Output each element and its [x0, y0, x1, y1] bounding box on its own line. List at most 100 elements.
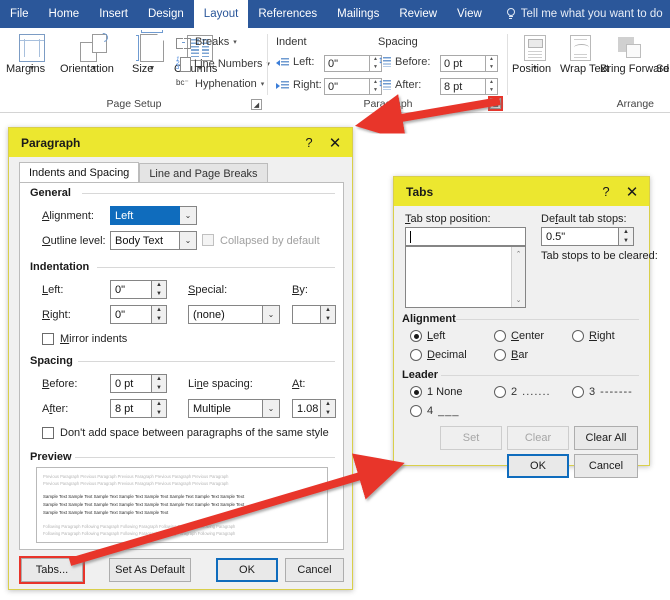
line-spacing-select[interactable]: Multiple	[188, 399, 263, 418]
indentation-left-input[interactable]: 0"	[110, 280, 152, 299]
page-setup-launcher[interactable]: ◢	[251, 99, 262, 110]
tab-stops-listbox[interactable]: ⌃ ⌄	[405, 246, 526, 308]
tab-stop-position-input[interactable]	[405, 227, 526, 246]
send-backward-button[interactable]: Send Backward	[656, 32, 670, 64]
ribbon-tab-mailings[interactable]: Mailings	[327, 0, 389, 28]
breaks-button[interactable]: Breaks ▾	[176, 36, 237, 48]
ribbon-tab-insert[interactable]: Insert	[89, 0, 138, 28]
wrap-text-button[interactable]: Wrap Text	[560, 32, 600, 64]
at-stepper[interactable]: ▲▼	[321, 399, 336, 418]
spacing-before-input[interactable]: 0 pt	[440, 55, 486, 72]
by-input[interactable]	[292, 305, 321, 324]
scroll-up-icon[interactable]: ⌃	[512, 247, 525, 261]
ribbon-tab-review[interactable]: Review	[389, 0, 447, 28]
mirror-indents-checkbox[interactable]	[42, 333, 54, 345]
group-paragraph: Indent Spacing Left: 0" ▲▼ Right: 0" ▲▼ …	[268, 28, 508, 113]
alignment-chevron-down-icon[interactable]: ⌄	[180, 206, 197, 225]
tabs-ok-button[interactable]: OK	[507, 454, 569, 478]
at-input[interactable]: 1.08	[292, 399, 321, 418]
paragraph-dialog-titlebar: Paragraph ? ✕	[9, 128, 352, 157]
indent-right-input[interactable]: 0"	[324, 78, 370, 95]
indent-right-label: Right:	[293, 79, 322, 91]
outline-level-chevron-down-icon[interactable]: ⌄	[180, 231, 197, 250]
ribbon-tab-home[interactable]: Home	[39, 0, 90, 28]
ribbon-tab-view[interactable]: View	[447, 0, 492, 28]
tabs-set-button[interactable]: Set	[440, 426, 502, 450]
ribbon-tab-layout[interactable]: Layout	[194, 0, 249, 28]
tell-me-label: Tell me what you want to do	[521, 8, 663, 20]
tab-indents-and-spacing[interactable]: Indents and Spacing	[19, 162, 139, 183]
margins-button[interactable]: Margins ▼	[6, 32, 58, 72]
indent-left-input[interactable]: 0"	[324, 55, 370, 72]
alignment-select[interactable]: Left	[110, 206, 180, 225]
alignment-radio-right[interactable]	[572, 330, 584, 342]
hyphenation-caret-icon[interactable]: ▾	[261, 81, 265, 88]
collapsed-by-default-checkbox[interactable]	[202, 234, 214, 246]
tabs-clear-button[interactable]: Clear	[507, 426, 569, 450]
bring-forward-button[interactable]: Bring Forward	[600, 32, 660, 64]
spacing-after-input[interactable]: 8 pt	[110, 399, 152, 418]
alignment-radio-decimal[interactable]	[410, 349, 422, 361]
line-spacing-chevron-down-icon[interactable]: ⌄	[263, 399, 280, 418]
scroll-down-icon[interactable]: ⌄	[512, 293, 525, 307]
line-spacing-label: Line spacing:	[188, 378, 253, 390]
default-tab-stops-stepper[interactable]: ▲▼	[619, 227, 634, 246]
page-setup-group-label: Page Setup	[0, 98, 268, 110]
dont-add-space-checkbox[interactable]	[42, 427, 54, 439]
set-as-default-button[interactable]: Set As Default	[109, 558, 191, 582]
listbox-scrollbar[interactable]: ⌃ ⌄	[511, 247, 525, 307]
ribbon-content: Margins ▼ Orientation ▼ Size ▼ Columns ▼	[0, 28, 670, 113]
spacing-before-icon	[378, 56, 391, 68]
preview-sample-line: Sample Text Sample Text Sample Text Samp…	[43, 510, 321, 516]
tabs-cancel-button[interactable]: Cancel	[574, 454, 638, 478]
position-button[interactable]: Position ▼	[512, 32, 558, 72]
hyphenation-button[interactable]: bc⁻ Hyphenation ▾	[176, 78, 264, 90]
leader-radio-dots[interactable]	[494, 386, 506, 398]
outline-level-select[interactable]: Body Text	[110, 231, 180, 250]
indentation-right-stepper[interactable]: ▲▼	[152, 305, 167, 324]
paragraph-close-button[interactable]: ✕	[322, 130, 348, 155]
spacing-before-stepper[interactable]: ▲▼	[152, 374, 167, 393]
paragraph-cancel-button[interactable]: Cancel	[285, 558, 344, 582]
breaks-caret-icon[interactable]: ▾	[233, 39, 237, 46]
spacing-after-stepper[interactable]: ▲▼	[486, 78, 498, 95]
paragraph-ok-button[interactable]: OK	[216, 558, 278, 582]
by-stepper[interactable]: ▲▼	[321, 305, 336, 324]
indentation-right-input[interactable]: 0"	[110, 305, 152, 324]
size-button[interactable]: Size ▼	[132, 32, 172, 72]
margins-icon	[6, 32, 58, 64]
indentation-left-stepper[interactable]: ▲▼	[152, 280, 167, 299]
text-cursor	[410, 231, 411, 243]
preview-previous-line: Previous Paragraph Previous Paragraph Pr…	[43, 474, 321, 480]
ribbon-tab-file[interactable]: File	[0, 0, 39, 28]
special-select[interactable]: (none)	[188, 305, 263, 324]
line-numbers-button[interactable]: 123 Line Numbers ▾	[176, 57, 270, 70]
leader-radio-dashes[interactable]	[572, 386, 584, 398]
alignment-radio-center[interactable]	[494, 330, 506, 342]
tabs-clear-all-button[interactable]: Clear All	[574, 426, 638, 450]
alignment-radio-bar[interactable]	[494, 349, 506, 361]
leader-radio-none[interactable]	[410, 386, 422, 398]
indentation-section-title: Indentation	[30, 261, 94, 273]
indent-right-icon	[276, 80, 289, 91]
alignment-radio-left[interactable]	[410, 330, 422, 342]
ribbon-tab-design[interactable]: Design	[138, 0, 194, 28]
spacing-after-input[interactable]: 8 pt	[440, 78, 486, 95]
tab-line-and-page-breaks[interactable]: Line and Page Breaks	[139, 163, 267, 183]
ribbon-tab-references[interactable]: References	[248, 0, 327, 28]
spacing-before-input[interactable]: 0 pt	[110, 374, 152, 393]
orientation-button[interactable]: Orientation ▼	[60, 32, 128, 72]
spacing-before-stepper[interactable]: ▲▼	[486, 55, 498, 72]
default-tab-stops-input[interactable]: 0.5"	[541, 227, 619, 246]
tabs-close-button[interactable]: ✕	[619, 179, 645, 204]
tabs-button[interactable]: Tabs...	[21, 558, 83, 582]
leader-option-none-label: 1 None	[427, 386, 462, 398]
special-chevron-down-icon[interactable]: ⌄	[263, 305, 280, 324]
tabs-help-button[interactable]: ?	[593, 179, 619, 204]
leader-radio-underline[interactable]	[410, 405, 422, 417]
spacing-after-stepper[interactable]: ▲▼	[152, 399, 167, 418]
paragraph-dialog-launcher[interactable]: ◢	[490, 98, 501, 109]
paragraph-help-button[interactable]: ?	[296, 130, 322, 155]
outline-level-label: Outline level:	[42, 235, 106, 247]
tell-me-search[interactable]: Tell me what you want to do	[506, 0, 663, 28]
